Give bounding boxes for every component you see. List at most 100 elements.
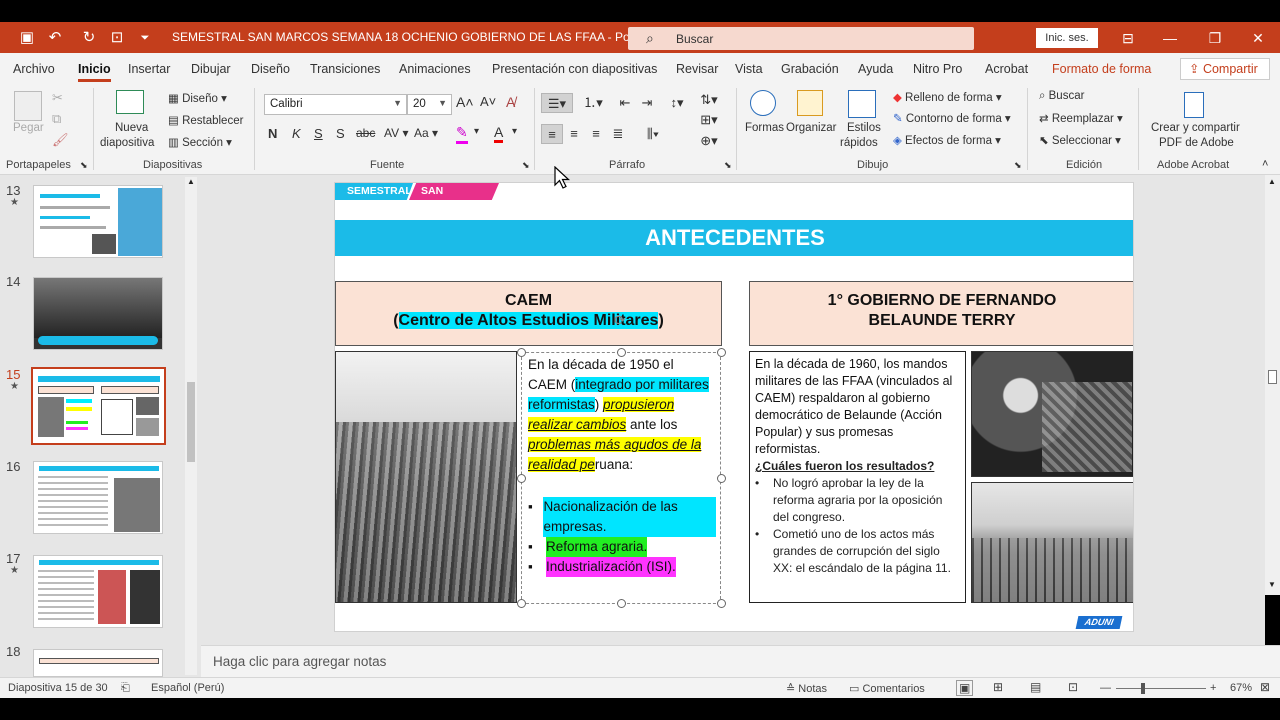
- notes-pane[interactable]: Haga clic para agregar notas: [201, 645, 1280, 677]
- zoom-slider-thumb[interactable]: [1141, 683, 1145, 694]
- scrollbar-thumb[interactable]: [1268, 370, 1277, 384]
- text-direction-icon[interactable]: ⇅▾: [696, 90, 722, 110]
- tab-diseno[interactable]: Diseño: [251, 62, 290, 76]
- chevron-down-icon[interactable]: ▾: [512, 126, 517, 137]
- zoom-slider[interactable]: [1116, 688, 1206, 689]
- customize-qat-icon[interactable]: ⏷: [136, 29, 154, 47]
- belaunde-title-box[interactable]: 1° GOBIERNO DE FERNANDO BELAUNDE TERRY: [749, 281, 1133, 346]
- normal-view-icon[interactable]: ▣: [956, 680, 974, 696]
- tab-formato-de-forma[interactable]: Formato de forma: [1052, 62, 1151, 76]
- comments-button[interactable]: ▭ Comentarios: [849, 682, 925, 695]
- layout-button[interactable]: ▦ Diseño ▾: [168, 91, 227, 105]
- minimize-icon[interactable]: —: [1158, 26, 1182, 50]
- quick-styles-label1[interactable]: Estilos: [847, 122, 881, 134]
- dialog-launcher-icon[interactable]: ⬊: [522, 160, 530, 171]
- increase-font-icon[interactable]: A˄: [456, 94, 474, 110]
- highlight-icon[interactable]: ✎: [456, 124, 468, 144]
- zoom-out-icon[interactable]: —: [1100, 682, 1111, 694]
- ribbon-display-icon[interactable]: ⊟: [1116, 26, 1140, 50]
- tab-ayuda[interactable]: Ayuda: [858, 62, 893, 76]
- adobe-pdf-icon[interactable]: [1184, 92, 1204, 118]
- columns-icon[interactable]: ⫼▾: [639, 124, 667, 144]
- resize-handle[interactable]: [717, 348, 726, 357]
- cut-icon[interactable]: ✂: [52, 90, 63, 106]
- collapse-ribbon-icon[interactable]: ˄: [1262, 158, 1268, 170]
- undo-icon[interactable]: ↶: [46, 29, 64, 47]
- tab-inicio[interactable]: Inicio: [78, 62, 111, 82]
- slide-thumbnail-16[interactable]: [33, 461, 163, 534]
- restore-icon[interactable]: ❐: [1203, 26, 1227, 50]
- select-button[interactable]: ⬉ Seleccionar ▾: [1039, 133, 1121, 147]
- thumbnail-scrollbar[interactable]: ▲: [185, 177, 197, 675]
- slideshow-icon[interactable]: ⊡: [1068, 680, 1078, 694]
- slide-thumbnail-14[interactable]: [33, 277, 163, 350]
- caem-paragraph[interactable]: En la década de 1950 el CAEM (integrado …: [528, 355, 716, 475]
- present-icon[interactable]: ⊡: [108, 29, 126, 47]
- align-text-icon[interactable]: ⊞▾: [696, 110, 722, 130]
- redo-icon[interactable]: ↻: [80, 29, 98, 47]
- accessibility-icon[interactable]: ⎗: [121, 682, 130, 695]
- align-right-icon[interactable]: ≡: [585, 124, 607, 144]
- bold-icon[interactable]: N: [268, 126, 277, 141]
- tab-transiciones[interactable]: Transiciones: [310, 62, 380, 76]
- font-size-combo[interactable]: 20 ▼: [407, 94, 452, 115]
- arrange-label[interactable]: Organizar: [786, 122, 837, 134]
- change-case-icon[interactable]: Aa ▾: [414, 126, 438, 140]
- font-color-icon[interactable]: A: [494, 124, 504, 143]
- resize-handle[interactable]: [617, 599, 626, 608]
- numbering-icon[interactable]: ⒈▾: [578, 93, 608, 113]
- slide-thumbnail-18[interactable]: [33, 649, 163, 677]
- quick-styles-label2[interactable]: rápidos: [840, 137, 878, 149]
- search-box[interactable]: ⌕ Buscar: [628, 27, 974, 50]
- shape-effects-button[interactable]: ◈ Efectos de forma ▾: [893, 133, 1001, 147]
- copy-icon[interactable]: ⧉: [52, 111, 61, 127]
- tab-revisar[interactable]: Revisar: [676, 62, 718, 76]
- slide-thumbnail-17[interactable]: [33, 555, 163, 628]
- save-icon[interactable]: ▣: [18, 29, 36, 47]
- sign-in-button[interactable]: Inic. ses.: [1036, 28, 1098, 48]
- notes-button[interactable]: ≙ Notas: [786, 682, 827, 695]
- new-slide-icon[interactable]: [116, 90, 144, 114]
- resize-handle[interactable]: [517, 599, 526, 608]
- caem-text-box[interactable]: En la década de 1950 el CAEM (integrado …: [521, 352, 721, 604]
- scroll-up-icon[interactable]: ▲: [187, 177, 195, 186]
- slide-sorter-icon[interactable]: ⊞: [993, 680, 1003, 694]
- shapes-icon[interactable]: [750, 90, 776, 116]
- tab-dibujar[interactable]: Dibujar: [191, 62, 231, 76]
- find-button[interactable]: ⌕ Buscar: [1039, 90, 1084, 103]
- resize-handle[interactable]: [517, 348, 526, 357]
- zoom-in-icon[interactable]: +: [1210, 682, 1216, 694]
- scrollbar-thumb[interactable]: [187, 382, 195, 462]
- clear-format-icon[interactable]: A̸: [506, 94, 515, 110]
- chevron-down-icon[interactable]: ▾: [474, 126, 479, 137]
- resize-handle[interactable]: [717, 474, 726, 483]
- dialog-launcher-icon[interactable]: ⬊: [1014, 160, 1022, 171]
- tab-vista[interactable]: Vista: [735, 62, 763, 76]
- fit-slide-icon[interactable]: ⊠: [1260, 680, 1270, 694]
- line-spacing-icon[interactable]: ↕▾: [662, 93, 692, 113]
- slide-thumbnail-13[interactable]: [33, 185, 163, 258]
- quick-styles-icon[interactable]: [848, 90, 876, 118]
- scroll-down-icon[interactable]: ▼: [1268, 580, 1276, 589]
- share-button[interactable]: ⇪ Compartir: [1180, 58, 1270, 80]
- language-indicator[interactable]: Español (Perú): [151, 682, 224, 694]
- smartart-icon[interactable]: ⊕▾: [696, 131, 722, 151]
- reading-view-icon[interactable]: ▤: [1030, 680, 1041, 694]
- scroll-up-icon[interactable]: ▲: [1268, 177, 1276, 186]
- replace-button[interactable]: ⇄ Reemplazar ▾: [1039, 111, 1123, 125]
- arrange-icon[interactable]: [797, 90, 823, 116]
- justify-icon[interactable]: ≣: [607, 124, 629, 144]
- decrease-font-icon[interactable]: A˅: [480, 94, 496, 109]
- spacing-icon[interactable]: AV ▾: [384, 126, 408, 140]
- tab-nitro-pro[interactable]: Nitro Pro: [913, 62, 962, 76]
- dialog-launcher-icon[interactable]: ⬊: [724, 160, 732, 171]
- font-name-combo[interactable]: Calibri ▼: [264, 94, 407, 115]
- bullets-icon[interactable]: ☰▾: [541, 93, 573, 113]
- caem-title-box[interactable]: CAEM (Centro de Altos Estudios Militares…: [335, 281, 722, 346]
- close-icon[interactable]: ✕: [1246, 26, 1270, 50]
- increase-indent-icon[interactable]: ⇥: [636, 93, 658, 113]
- shape-fill-button[interactable]: ◆ Relleno de forma ▾: [893, 90, 1002, 104]
- paste-label[interactable]: Pegar: [13, 122, 44, 134]
- editor-scrollbar[interactable]: ▲ ▼: [1265, 175, 1280, 595]
- tab-presentacion[interactable]: Presentación con diapositivas: [492, 62, 657, 76]
